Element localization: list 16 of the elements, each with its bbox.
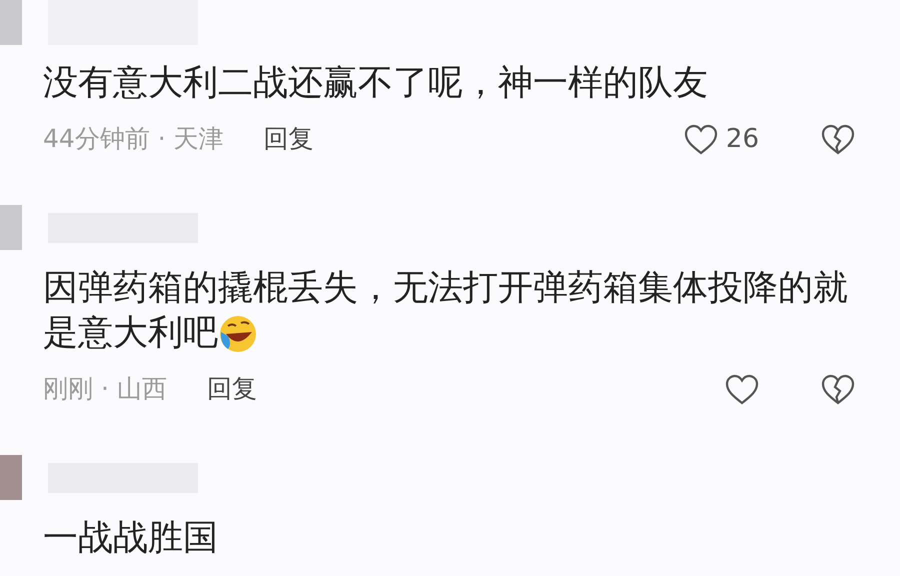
like-button[interactable]: 26 (684, 120, 759, 158)
reply-button[interactable]: 回复 (206, 370, 257, 408)
comment-meta: 44分钟前 · 天津 (43, 123, 224, 156)
comment-text: 没有意大利二战还赢不了呢，神一样的队友 (43, 62, 708, 105)
heart-icon (725, 374, 759, 404)
heart-icon (684, 124, 718, 154)
comment-text: 因弹药箱的撬棍丢失，无法打开弹药箱集体投降的就 (43, 267, 848, 310)
like-button[interactable] (725, 374, 759, 404)
dislike-button[interactable] (821, 374, 855, 404)
broken-heart-icon (821, 124, 855, 154)
comment-meta: 刚刚 · 山西 (43, 373, 167, 406)
comment-text: 一战战胜国 (43, 517, 218, 560)
comment-text: 是意大利吧 (43, 312, 218, 355)
reply-button[interactable]: 回复 (264, 120, 314, 158)
broken-heart-icon (821, 374, 855, 404)
dislike-button[interactable] (821, 124, 855, 154)
